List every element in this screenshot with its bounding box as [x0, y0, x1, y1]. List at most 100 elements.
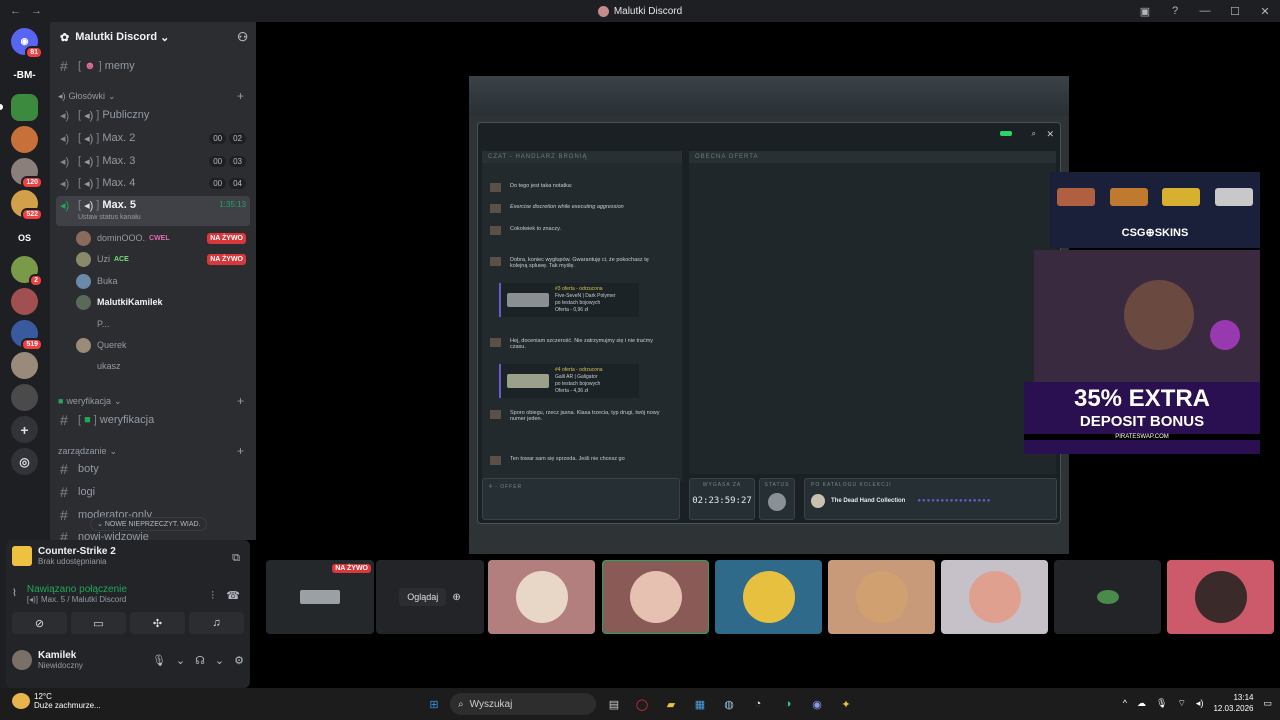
- add-channel-icon[interactable]: +: [237, 89, 244, 103]
- voice-user[interactable]: ukasz: [76, 356, 248, 376]
- app-icon[interactable]: ◔: [748, 694, 768, 714]
- notifications-icon[interactable]: ▭: [1263, 698, 1272, 709]
- server-os[interactable]: OS: [11, 224, 38, 251]
- current-user[interactable]: Kamilek Niewidoczny 🎙 ⌄ ☊ ⌄ ⚙: [12, 650, 244, 670]
- clock[interactable]: 13:14 12.03.2026: [1213, 692, 1253, 714]
- opera-icon[interactable]: ◯: [632, 694, 652, 714]
- server-icon-person[interactable]: 120: [11, 158, 43, 189]
- headphones-icon[interactable]: ☊: [195, 654, 205, 667]
- server-icon-face[interactable]: 522: [11, 190, 43, 221]
- store-icon[interactable]: ▦: [690, 694, 710, 714]
- close-icon[interactable]: ✕: [1046, 129, 1054, 140]
- bonus-ad: 35% EXTRA DEPOSIT BONUS PIRATESWAP.COM: [1024, 382, 1260, 454]
- server-bm[interactable]: -BM-: [11, 62, 38, 89]
- voice-user[interactable]: P...: [76, 314, 248, 334]
- voice-user[interactable]: MalutkiKamilek: [76, 292, 248, 312]
- category-weryfikacja[interactable]: ■ weryfikacja ⌄ +: [58, 393, 248, 409]
- volume-icon[interactable]: ◂): [1196, 698, 1204, 709]
- microphone-icon[interactable]: 🎙: [1156, 698, 1167, 709]
- category-voice[interactable]: ◂) Głosówki ⌄ +: [58, 88, 248, 104]
- cs2-icon[interactable]: ✦: [836, 694, 856, 714]
- voice-user[interactable]: Buka: [76, 271, 248, 291]
- category-zarzadzanie[interactable]: zarządzanie ⌄ +: [58, 443, 248, 459]
- chevron-down-icon[interactable]: ⌄: [176, 654, 185, 667]
- add-channel-icon[interactable]: +: [237, 444, 244, 458]
- participant-tile[interactable]: [941, 560, 1048, 634]
- participant-tile[interactable]: [715, 560, 822, 634]
- server-header[interactable]: ✿ Malutki Discord ⌄ ⚇: [50, 22, 256, 52]
- channel-memy[interactable]: #[☻] memy: [56, 56, 250, 76]
- participant-tile[interactable]: [1167, 560, 1274, 634]
- voice-connection[interactable]: ⌇ Nawiązano połączenie [◂)] Max. 5 / Malut…: [12, 584, 127, 604]
- zoom-icon[interactable]: ⊕: [452, 592, 460, 603]
- screen-share-button[interactable]: ▭: [71, 612, 126, 634]
- microphone-icon[interactable]: 🎙: [152, 654, 166, 667]
- chevron-up-icon[interactable]: ^: [1123, 698, 1127, 708]
- gear-icon[interactable]: ⚙: [234, 654, 244, 667]
- minimize-button[interactable]: —: [1190, 5, 1220, 17]
- voice-channel-max3[interactable]: ◂)[◂)] Max. 3 00 03: [56, 151, 250, 171]
- wifi-icon[interactable]: ⌔: [1177, 698, 1185, 709]
- add-member-icon[interactable]: ⚇: [237, 30, 248, 44]
- noise-suppression-icon[interactable]: ⫶: [211, 590, 214, 603]
- check-icon: ■: [58, 396, 64, 406]
- participant-tile[interactable]: [488, 560, 595, 634]
- watch-button[interactable]: Oglądaj: [399, 588, 447, 606]
- discord-icon[interactable]: ◉: [807, 694, 827, 714]
- maximize-button[interactable]: ☐: [1220, 5, 1250, 18]
- voice-channel-max2[interactable]: ◂)[◂)] Max. 2 00 02: [56, 128, 250, 148]
- voice-channel-max5[interactable]: ◂)[◂)] Max. 5 1:35:13 Ustaw status kanału: [56, 196, 250, 226]
- voice-channel-publiczny[interactable]: ◂)[◂)] Publiczny: [56, 105, 250, 125]
- discover-icon[interactable]: ◎: [11, 448, 38, 475]
- channel-status[interactable]: Ustaw status kanału: [78, 214, 141, 221]
- weather-widget[interactable]: 12°C Duże zachmurze...: [12, 692, 101, 710]
- activities-button[interactable]: ✣: [130, 612, 185, 634]
- disconnect-icon[interactable]: ☎: [226, 589, 240, 602]
- forward-arrow-icon[interactable]: →: [31, 5, 42, 17]
- file-explorer-icon[interactable]: ▰: [661, 694, 681, 714]
- stream-preview-tile[interactable]: NA ŻYWO: [266, 560, 374, 634]
- server-icon-blue[interactable]: 519: [11, 320, 43, 351]
- network-icon[interactable]: ☁: [1137, 698, 1146, 709]
- server-icon-dog[interactable]: [11, 126, 38, 153]
- unread-messages-pill[interactable]: ⌄ NOWE NIEPRZECZYT. WIAD.: [90, 517, 208, 531]
- server-icon-red[interactable]: [11, 288, 38, 315]
- voice-channel-max4[interactable]: ◂)[◂)] Max. 4 00 04: [56, 173, 250, 193]
- participant-tile[interactable]: [1054, 560, 1161, 634]
- participant-tile-speaking[interactable]: [602, 560, 709, 634]
- server-icon-dog2[interactable]: [11, 352, 38, 379]
- offer-footer: 4 - OFFER: [482, 478, 680, 520]
- offer-header: OBECNA OFERTA: [689, 151, 1056, 163]
- camera-off-button[interactable]: ⊘: [12, 612, 67, 634]
- expires-box: WYGASA ZA 02:23:59:27: [689, 478, 755, 520]
- server-icon-green[interactable]: [11, 94, 38, 121]
- taskbar-search[interactable]: ⌕ Wyszukaj: [450, 693, 596, 715]
- share-screen-icon[interactable]: ⧉: [232, 552, 240, 565]
- back-arrow-icon[interactable]: ←: [10, 5, 21, 17]
- channel-logi[interactable]: # logi: [56, 482, 250, 502]
- soundboard-button[interactable]: ♫: [189, 612, 244, 634]
- voice-user[interactable]: Querek: [76, 335, 248, 355]
- server-icon-dark[interactable]: [11, 384, 38, 411]
- help-icon[interactable]: ?: [1160, 5, 1190, 17]
- participant-tile[interactable]: [828, 560, 935, 634]
- edge-icon[interactable]: ◑: [778, 694, 798, 714]
- channel-weryfikacja[interactable]: #[■] weryfikacja: [56, 410, 250, 430]
- add-server-icon[interactable]: +: [11, 416, 38, 443]
- chat-message: Ten towar sam się sprzeda. Jeśli nie chc…: [490, 456, 625, 465]
- chat-message: Do tego jest taka notatka:: [490, 183, 572, 192]
- close-button[interactable]: ✕: [1250, 5, 1280, 18]
- voice-user[interactable]: dominOOO. CWEL NA ŻYWO: [76, 228, 248, 248]
- home-button[interactable]: ◉ 81: [11, 28, 43, 59]
- watch-tile[interactable]: Oglądaj ⊕: [376, 560, 484, 634]
- windows-start-icon[interactable]: ⊞: [424, 694, 444, 714]
- channel-boty[interactable]: # boty: [56, 459, 250, 479]
- chat-message: Cokolwiek to znaczy.: [490, 226, 561, 235]
- server-icon-meme[interactable]: 2: [11, 256, 43, 287]
- task-view-icon[interactable]: ▤: [604, 694, 624, 714]
- chevron-down-icon[interactable]: ⌄: [215, 654, 224, 667]
- add-channel-icon[interactable]: +: [237, 394, 244, 408]
- voice-user[interactable]: Uzi ACE NA ŻYWO: [76, 249, 248, 269]
- inbox-icon[interactable]: ▣: [1130, 5, 1160, 18]
- steam-icon[interactable]: ◍: [719, 694, 739, 714]
